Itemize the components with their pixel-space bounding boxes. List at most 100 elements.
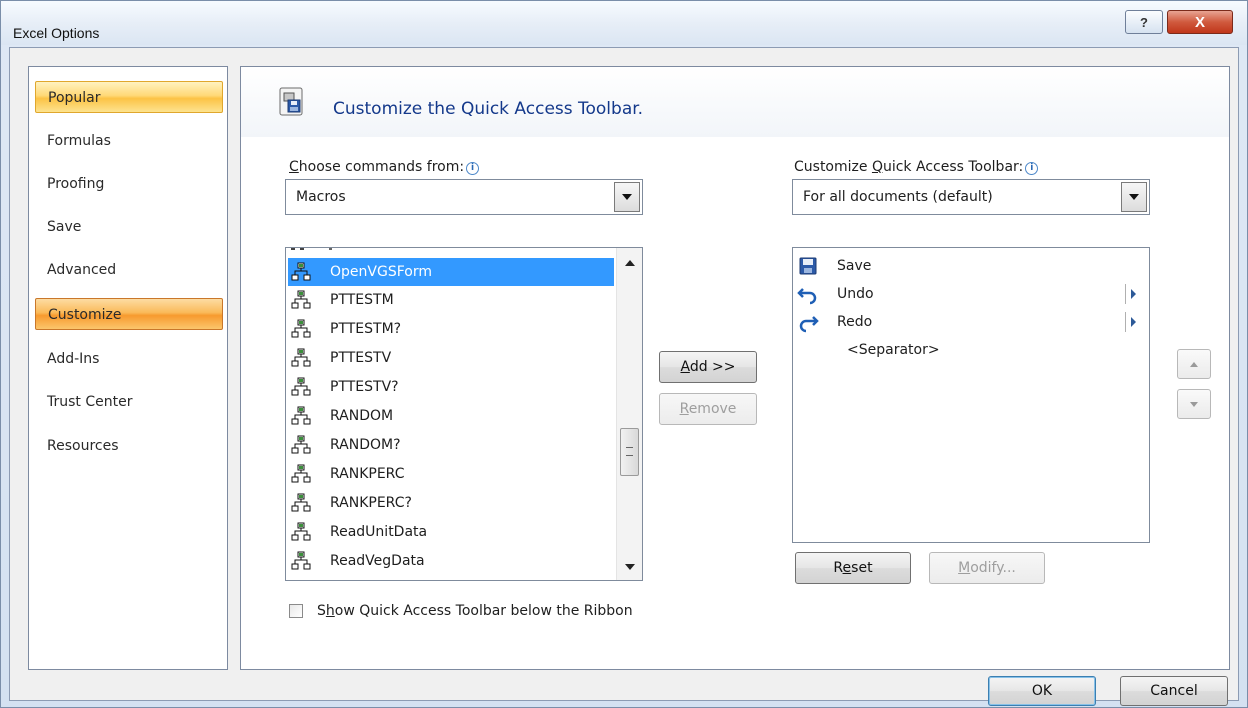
nav-item-label: Customize bbox=[48, 307, 122, 323]
title-bar: Excel Options ? X bbox=[1, 1, 1247, 45]
nav-item-popular[interactable]: Popular bbox=[35, 81, 223, 113]
options-nav: Popular Formulas Proofing Save Advanced … bbox=[28, 66, 228, 670]
help-icon: ? bbox=[1140, 14, 1148, 30]
list-item-label: Save bbox=[837, 258, 872, 274]
macro-icon bbox=[291, 377, 311, 396]
nav-item-advanced[interactable]: Advanced bbox=[35, 254, 223, 286]
customize-toolbar-value: For all documents (default) bbox=[803, 189, 993, 205]
list-item[interactable]: RANDOM? bbox=[288, 431, 401, 459]
nav-item-label: Resources bbox=[47, 438, 119, 454]
arrow-down-icon bbox=[1190, 402, 1198, 407]
nav-item-customize[interactable]: Customize bbox=[35, 298, 223, 330]
nav-item-label: Add-Ins bbox=[47, 351, 100, 367]
move-up-button[interactable] bbox=[1177, 349, 1211, 379]
undo-icon bbox=[797, 288, 817, 305]
close-icon: X bbox=[1194, 13, 1205, 31]
scroll-thumb[interactable] bbox=[620, 428, 639, 476]
choose-commands-value: Macros bbox=[296, 189, 346, 205]
customize-pane: Customize the Quick Access Toolbar. Choo… bbox=[240, 66, 1230, 670]
list-item[interactable]: RANKPERC? bbox=[288, 489, 412, 517]
show-below-ribbon-checkbox[interactable] bbox=[289, 604, 303, 618]
list-item[interactable]: RANKPERC bbox=[288, 460, 404, 488]
list-item[interactable]: <Separator> bbox=[795, 336, 1145, 364]
ok-button[interactable]: OK bbox=[988, 676, 1096, 706]
macro-icon bbox=[291, 319, 311, 338]
modify-button[interactable]: Modify... bbox=[929, 552, 1045, 584]
pane-header: Customize the Quick Access Toolbar. bbox=[241, 67, 1229, 137]
macro-icon bbox=[291, 464, 311, 483]
nav-item-proofing[interactable]: Proofing bbox=[35, 168, 223, 200]
toolbar-items-list[interactable]: Save Undo Redo <Separator> bbox=[792, 247, 1150, 543]
info-icon[interactable]: i bbox=[466, 162, 480, 175]
list-item[interactable]: PTTESTM? bbox=[288, 315, 401, 343]
macro-icon bbox=[291, 551, 311, 570]
move-down-button[interactable] bbox=[1177, 389, 1211, 419]
customize-toolbar-dropdown[interactable]: For all documents (default) bbox=[792, 179, 1150, 215]
list-item-label: PTTESTV bbox=[330, 350, 392, 366]
list-item-label: ReadUnitData bbox=[330, 524, 428, 540]
list-item-label: PTTESTV? bbox=[330, 379, 399, 395]
customize-toolbar-icon bbox=[279, 87, 303, 116]
nav-item-resources[interactable]: Resources bbox=[35, 430, 223, 462]
help-button[interactable]: ? bbox=[1125, 10, 1163, 34]
list-item[interactable]: OpenVGSForm bbox=[288, 258, 614, 286]
list-item[interactable]: RANDOM bbox=[288, 402, 393, 430]
macro-icon bbox=[291, 493, 311, 512]
scroll-down-icon[interactable] bbox=[625, 564, 635, 570]
nav-item-save[interactable]: Save bbox=[35, 211, 223, 243]
nav-item-add-ins[interactable]: Add-Ins bbox=[35, 343, 223, 375]
page-title: Customize the Quick Access Toolbar. bbox=[333, 99, 644, 119]
nav-item-formulas[interactable]: Formulas bbox=[35, 125, 223, 157]
macro-icon bbox=[291, 435, 311, 454]
excel-options-dialog: Excel Options ? X Popular Formulas Proof… bbox=[0, 0, 1248, 708]
add-button[interactable]: Add >> bbox=[659, 351, 757, 383]
list-item[interactable]: Undo bbox=[795, 280, 1145, 308]
show-below-ribbon-label[interactable]: Show Quick Access Toolbar below the Ribb… bbox=[317, 603, 633, 619]
commands-list[interactable]: OpenVGSForm PTTESTM PTTESTM? PTTESTV PTT… bbox=[285, 247, 643, 581]
scroll-up-icon[interactable] bbox=[625, 260, 635, 266]
save-icon bbox=[799, 257, 817, 275]
reset-button[interactable]: Reset bbox=[795, 552, 911, 584]
list-item[interactable]: Redo bbox=[795, 308, 1145, 336]
customize-toolbar-label: Customize Quick Access Toolbar: i bbox=[794, 159, 1039, 175]
list-item[interactable]: PTTESTV? bbox=[288, 373, 399, 401]
arrow-up-icon bbox=[1190, 362, 1198, 367]
choose-commands-dropdown[interactable]: Macros bbox=[285, 179, 643, 215]
chevron-down-icon[interactable] bbox=[1121, 182, 1147, 212]
remove-button[interactable]: Remove bbox=[659, 393, 757, 425]
close-button[interactable]: X bbox=[1167, 10, 1233, 34]
list-item-label: RANKPERC? bbox=[330, 495, 412, 511]
list-item-label: OpenVGSForm bbox=[330, 264, 432, 280]
list-item[interactable]: ReadUnitData bbox=[288, 518, 427, 546]
info-icon[interactable]: i bbox=[1025, 162, 1039, 175]
choose-commands-label: Choose commands from: i bbox=[289, 159, 480, 175]
list-item[interactable]: PTTESTM bbox=[288, 286, 394, 314]
list-item-label: RANDOM bbox=[330, 408, 394, 424]
commands-scrollbar[interactable] bbox=[616, 248, 642, 580]
macro-icon bbox=[291, 290, 311, 309]
macro-icon bbox=[291, 262, 311, 281]
macro-icon bbox=[291, 522, 311, 541]
nav-item-label: Trust Center bbox=[47, 394, 133, 410]
list-item-label: <Separator> bbox=[847, 342, 940, 358]
chevron-right-icon[interactable] bbox=[1125, 312, 1139, 332]
list-item-label: Undo bbox=[837, 286, 874, 302]
list-item-label: PTTESTM? bbox=[330, 321, 402, 337]
cancel-button[interactable]: Cancel bbox=[1120, 676, 1228, 706]
nav-item-label: Advanced bbox=[47, 262, 117, 278]
chevron-right-icon[interactable] bbox=[1125, 284, 1139, 304]
partial-row-icon bbox=[291, 248, 332, 250]
chevron-down-icon[interactable] bbox=[614, 182, 640, 212]
dialog-client-area: Popular Formulas Proofing Save Advanced … bbox=[9, 47, 1239, 706]
list-item[interactable]: ReadVegData bbox=[288, 547, 425, 575]
nav-item-label: Proofing bbox=[47, 176, 105, 192]
nav-item-label: Popular bbox=[48, 90, 101, 106]
nav-item-trust-center[interactable]: Trust Center bbox=[35, 386, 223, 418]
nav-item-label: Formulas bbox=[47, 133, 111, 149]
list-item-label: Redo bbox=[837, 314, 873, 330]
macro-icon bbox=[291, 348, 311, 367]
list-item-label: RANKPERC bbox=[330, 466, 405, 482]
list-item[interactable]: PTTESTV bbox=[288, 344, 391, 372]
macro-icon bbox=[291, 406, 311, 425]
list-item[interactable]: Save bbox=[795, 252, 1145, 280]
